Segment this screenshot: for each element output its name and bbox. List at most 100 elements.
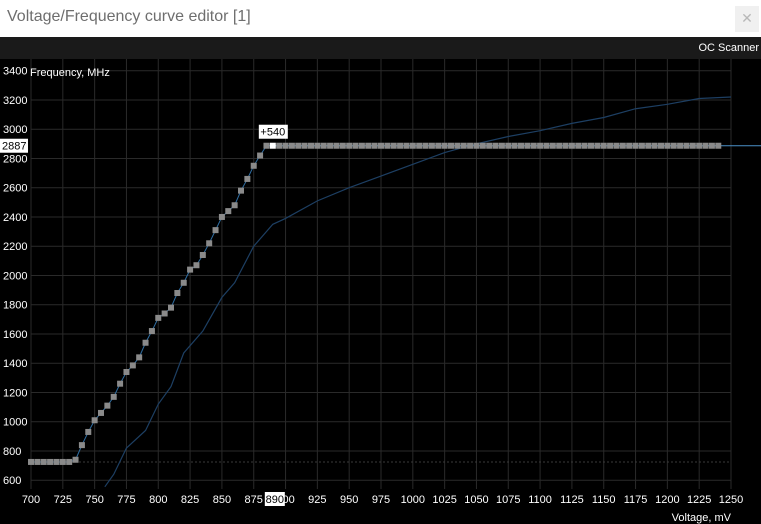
curve-point[interactable] [632,142,639,149]
curve-point[interactable] [199,251,206,258]
curve-point[interactable] [231,202,238,209]
curve-point[interactable] [397,142,404,149]
curve-point[interactable] [123,368,130,375]
curve-point[interactable] [72,456,79,463]
curve-point[interactable] [295,142,302,149]
curve-point[interactable] [47,458,54,465]
curve-point[interactable] [460,142,467,149]
curve-point[interactable] [613,142,620,149]
curve-point[interactable] [422,142,429,149]
curve-point[interactable] [448,142,454,149]
curve-point[interactable] [708,142,715,149]
curve-point[interactable] [619,142,626,149]
curve-point[interactable] [104,402,111,409]
curve-point[interactable] [664,142,671,149]
curve-point[interactable] [85,428,92,435]
curve-point[interactable] [588,142,594,149]
curve-point[interactable] [161,310,168,317]
curve-point[interactable] [409,142,416,149]
curve-point[interactable] [308,142,314,149]
curve-point[interactable] [320,142,327,149]
curve-point[interactable] [549,142,556,149]
curve-point[interactable] [492,142,499,149]
curve-point[interactable] [651,142,658,149]
curve-point[interactable] [98,409,104,416]
curve-point[interactable] [562,142,569,149]
selected-curve-point[interactable] [269,142,276,149]
curve-point[interactable] [238,187,244,194]
curve-point[interactable] [696,142,703,149]
vf-curve-chart[interactable]: Frequency, MHz Voltage, mV 600 800 1000 1200 1… [0,59,761,524]
curve-point[interactable] [479,142,486,149]
curve-point[interactable] [346,142,353,149]
curve-point[interactable] [250,162,257,169]
curve-point[interactable] [677,142,684,149]
curve-point[interactable] [333,142,340,149]
curve-point[interactable] [428,142,435,149]
oc-scanner-button[interactable]: OC Scanner [698,42,759,54]
curve-point[interactable] [524,142,531,149]
curve-point[interactable] [142,339,149,346]
curve-point[interactable] [110,393,117,400]
curve-point[interactable] [327,142,334,149]
curve-point[interactable] [352,142,359,149]
curve-point[interactable] [371,142,378,149]
curve-point[interactable] [537,142,544,149]
curve-point[interactable] [638,142,645,149]
curve-point[interactable] [117,380,124,387]
curve-point[interactable] [288,142,295,149]
curve-point[interactable] [384,142,391,149]
curve-point[interactable] [257,152,264,159]
curve-point[interactable] [66,458,73,465]
curve-point[interactable] [282,142,289,149]
curve-point[interactable] [626,142,633,149]
curve-point[interactable] [556,142,563,149]
curve-point[interactable] [486,142,493,149]
curve-point[interactable] [600,142,607,149]
curve-point[interactable] [276,142,283,149]
curve-point[interactable] [339,142,346,149]
curve-point[interactable] [403,142,410,149]
curve-point[interactable] [314,142,321,149]
curve-point[interactable] [168,304,174,311]
close-button[interactable]: ✕ [735,6,759,32]
curve-point[interactable] [91,417,98,424]
curve-point[interactable] [473,142,480,149]
curve-point[interactable] [416,142,423,149]
curve-point[interactable] [301,142,308,149]
curve-point[interactable] [358,142,365,149]
curve-point[interactable] [174,290,181,297]
curve-point[interactable] [28,458,34,465]
curve-point[interactable] [581,142,588,149]
curve-point[interactable] [530,142,537,149]
curve-point[interactable] [206,240,213,247]
curve-point[interactable] [715,142,722,149]
curve-point[interactable] [454,142,461,149]
curve-point[interactable] [59,458,66,465]
curve-point[interactable] [78,442,85,449]
curve-point[interactable] [594,142,601,149]
curve-point[interactable] [187,266,194,273]
curve-point[interactable] [683,142,690,149]
curve-point[interactable] [645,142,652,149]
curve-point[interactable] [543,142,550,149]
curve-point[interactable] [218,213,225,220]
curve-point[interactable] [193,262,200,269]
curve-point[interactable] [180,279,187,286]
curve-point[interactable] [467,142,474,149]
curve-point[interactable] [378,142,384,149]
curve-point[interactable] [148,328,155,335]
curve-point[interactable] [390,142,397,149]
curve-point[interactable] [244,175,251,182]
curve-point[interactable] [34,458,41,465]
curve-point[interactable] [212,227,219,234]
curve-point[interactable] [575,142,582,149]
curve-point[interactable] [40,458,47,465]
curve-point[interactable] [155,314,162,321]
curve-point[interactable] [658,142,664,149]
curve-point[interactable] [263,142,270,149]
curve-point[interactable] [670,142,677,149]
curve-point[interactable] [607,142,614,149]
curve-point[interactable] [702,142,709,149]
curve-point[interactable] [568,142,575,149]
